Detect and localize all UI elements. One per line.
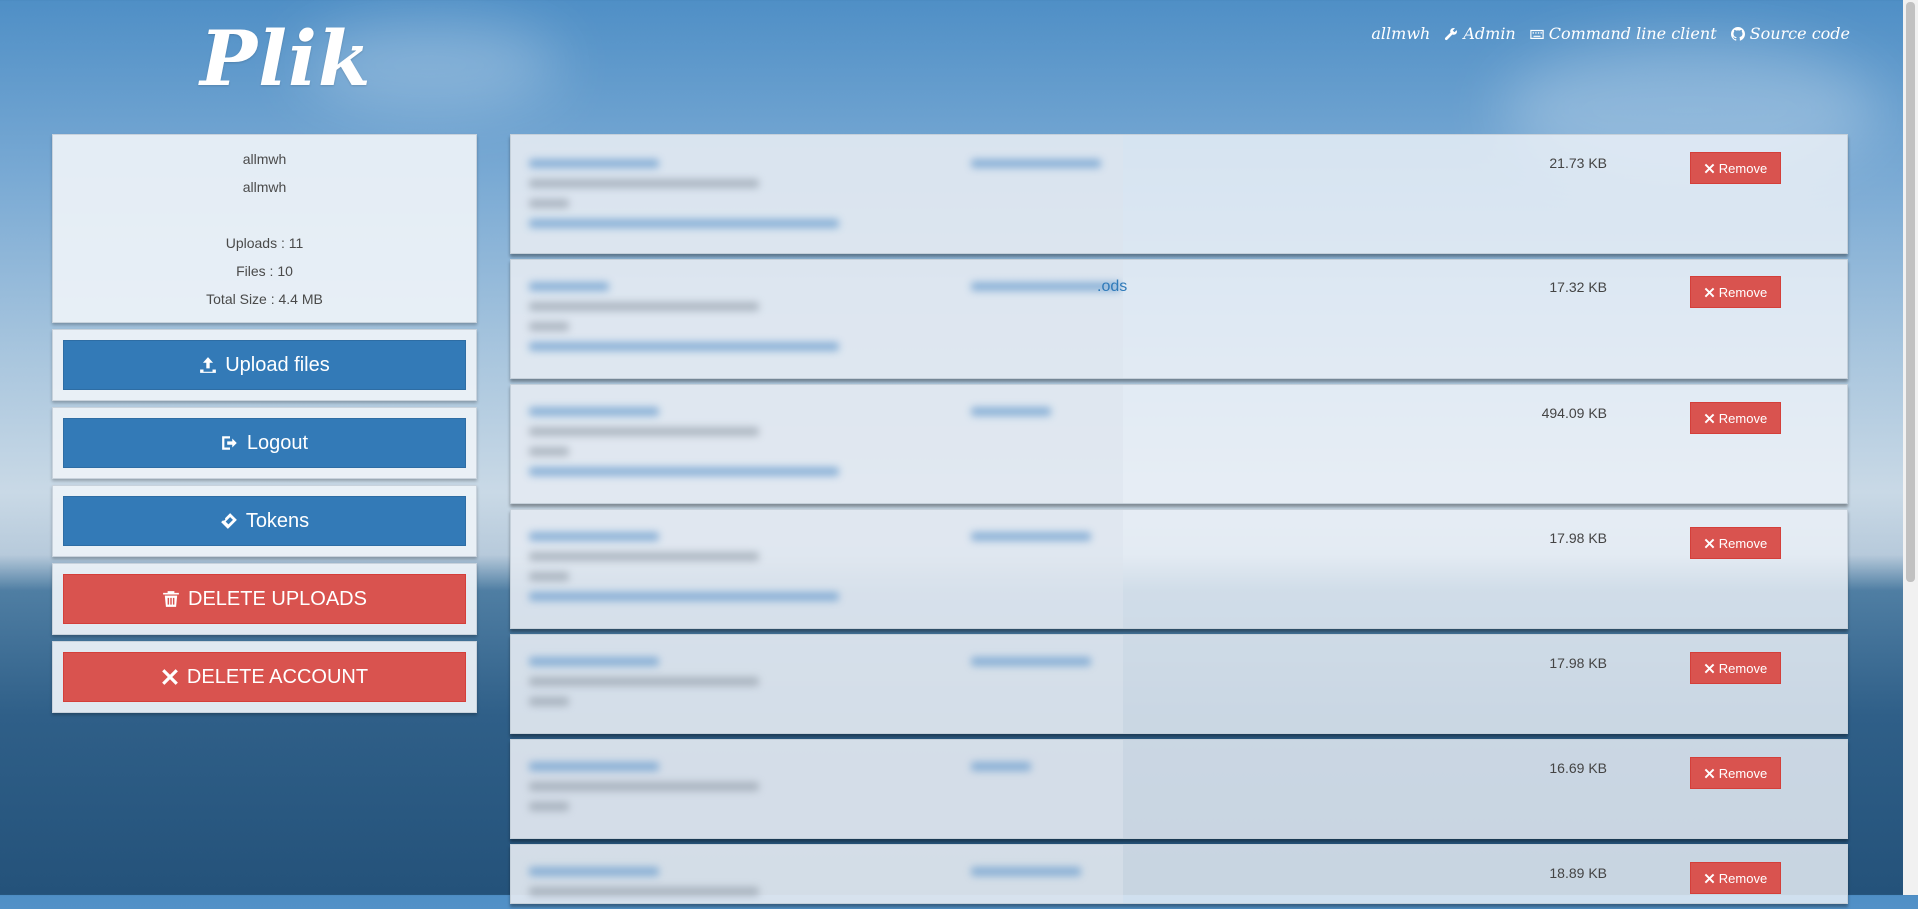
keyboard-icon <box>1530 29 1544 39</box>
nav-admin[interactable]: Admin <box>1444 24 1516 43</box>
upload-files-label: Upload files <box>225 353 330 376</box>
delete-uploads-label: DELETE UPLOADS <box>188 587 367 610</box>
upload-row: 17.98 KB Remove <box>510 509 1848 629</box>
nav-admin-label: Admin <box>1463 24 1516 43</box>
top-navigation: allmwh Admin Command line client Source … <box>1371 24 1850 43</box>
redacted-upload-info <box>511 845 1123 903</box>
remove-label: Remove <box>1718 660 1768 676</box>
close-icon <box>1704 287 1715 297</box>
delete-uploads-button[interactable]: DELETE UPLOADS <box>63 574 466 624</box>
tokens-button[interactable]: Tokens <box>63 496 466 546</box>
file-size: 17.32 KB <box>1549 279 1607 295</box>
remove-button[interactable]: Remove <box>1690 152 1781 184</box>
close-icon <box>1704 873 1715 883</box>
upload-icon <box>200 357 217 373</box>
wrench-icon <box>1445 27 1458 40</box>
user-info-panel: allmwh allmwh Uploads : 11 Files : 10 To… <box>52 134 477 323</box>
scrollbar-thumb[interactable] <box>1906 2 1915 582</box>
redacted-upload-info <box>511 260 1123 378</box>
file-extension[interactable]: .ods <box>1097 278 1127 296</box>
nav-cli[interactable]: Command line client <box>1530 24 1717 43</box>
upload-row: 17.98 KB Remove <box>510 634 1848 734</box>
remove-label: Remove <box>1718 765 1768 781</box>
user-name: allmwh <box>242 179 287 195</box>
page-scrollbar[interactable] <box>1903 0 1918 895</box>
nav-source[interactable]: Source code <box>1730 24 1850 43</box>
remove-button[interactable]: Remove <box>1690 402 1781 434</box>
file-size: 16.69 KB <box>1549 760 1607 776</box>
remove-button[interactable]: Remove <box>1690 652 1781 684</box>
file-size: 18.89 KB <box>1549 865 1607 881</box>
redacted-upload-info <box>511 385 1123 503</box>
logout-button[interactable]: Logout <box>63 418 466 468</box>
github-icon <box>1730 26 1745 41</box>
nav-user-label: allmwh <box>1371 24 1431 43</box>
close-icon <box>162 669 178 685</box>
tokens-label: Tokens <box>245 509 310 532</box>
app-logo[interactable]: Plik <box>200 14 372 103</box>
remove-button[interactable]: Remove <box>1690 276 1781 308</box>
delete-account-label: DELETE ACCOUNT <box>186 665 369 688</box>
upload-row: 16.69 KB Remove <box>510 739 1848 839</box>
file-size: 17.98 KB <box>1549 530 1607 546</box>
upload-panel: Upload files <box>52 329 477 401</box>
nav-cli-label: Command line client <box>1548 24 1717 43</box>
logout-label: Logout <box>246 431 309 454</box>
close-icon <box>1704 768 1715 778</box>
redacted-upload-info <box>511 510 1123 628</box>
files-count: Files : 10 <box>236 263 293 279</box>
upload-row: 18.89 KB Remove <box>510 844 1848 904</box>
redacted-upload-info <box>511 135 1123 253</box>
redacted-upload-info <box>511 740 1123 838</box>
remove-label: Remove <box>1718 535 1768 551</box>
file-size: 494.09 KB <box>1541 405 1607 421</box>
logout-panel: Logout <box>52 407 477 479</box>
delete-account-panel: DELETE ACCOUNT <box>52 641 477 713</box>
redacted-upload-info <box>511 635 1123 733</box>
sidebar: allmwh allmwh Uploads : 11 Files : 10 To… <box>52 134 477 719</box>
tokens-panel: Tokens <box>52 485 477 557</box>
uploads-count: Uploads : 11 <box>225 235 304 251</box>
remove-label: Remove <box>1718 410 1768 426</box>
close-icon <box>1704 163 1715 173</box>
delete-uploads-panel: DELETE UPLOADS <box>52 563 477 635</box>
trash-icon <box>163 591 179 607</box>
file-size: 17.98 KB <box>1549 655 1607 671</box>
total-size: Total Size : 4.4 MB <box>206 291 323 307</box>
upload-files-button[interactable]: Upload files <box>63 340 466 390</box>
upload-list: 21.73 KB Remove .ods 17.32 KB Remove 494… <box>510 134 1848 909</box>
file-size: 21.73 KB <box>1549 155 1607 171</box>
close-icon <box>1704 413 1715 423</box>
upload-row: 494.09 KB Remove <box>510 384 1848 504</box>
sign-out-icon <box>222 436 237 450</box>
nav-source-label: Source code <box>1749 24 1850 43</box>
nav-user[interactable]: allmwh <box>1371 24 1430 43</box>
delete-account-button[interactable]: DELETE ACCOUNT <box>63 652 466 702</box>
upload-row: .ods 17.32 KB Remove <box>510 259 1848 379</box>
remove-button[interactable]: Remove <box>1690 862 1781 894</box>
remove-button[interactable]: Remove <box>1690 757 1781 789</box>
upload-row: 21.73 KB Remove <box>510 134 1848 254</box>
ticket-icon <box>220 513 237 529</box>
remove-label: Remove <box>1718 284 1768 300</box>
remove-label: Remove <box>1718 160 1768 176</box>
close-icon <box>1704 663 1715 673</box>
user-login: allmwh <box>242 151 287 167</box>
remove-button[interactable]: Remove <box>1690 527 1781 559</box>
close-icon <box>1704 538 1715 548</box>
remove-label: Remove <box>1718 870 1768 886</box>
